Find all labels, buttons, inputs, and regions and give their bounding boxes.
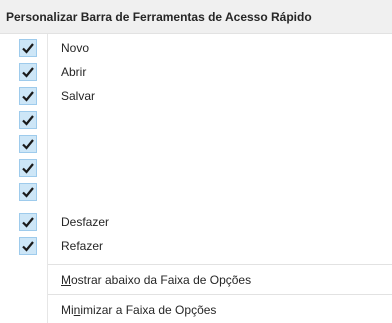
checkmark-icon bbox=[19, 213, 37, 231]
menu-title: Personalizar Barra de Ferramentas de Ace… bbox=[6, 10, 312, 24]
quick-access-toolbar-menu: Personalizar Barra de Ferramentas de Ace… bbox=[0, 0, 392, 323]
menu-item-hidden-3[interactable] bbox=[0, 156, 392, 180]
menu-item-abrir[interactable]: Abrir bbox=[0, 60, 392, 84]
menu-item-minimize-ribbon[interactable]: Minimizar a Faixa de Opções bbox=[0, 298, 392, 322]
menu-item-label: Salvar bbox=[61, 89, 96, 103]
menu-separator bbox=[48, 264, 392, 265]
checkmark-icon bbox=[19, 87, 37, 105]
menu-item-refazer[interactable]: Refazer bbox=[0, 234, 392, 258]
menu-header: Personalizar Barra de Ferramentas de Ace… bbox=[0, 0, 392, 34]
menu-item-novo[interactable]: Novo bbox=[0, 36, 392, 60]
menu-item-desfazer[interactable]: Desfazer bbox=[0, 210, 392, 234]
menu-item-hidden-4[interactable] bbox=[0, 180, 392, 204]
checkmark-icon bbox=[19, 237, 37, 255]
menu-item-label: Novo bbox=[61, 41, 90, 55]
menu-separator bbox=[48, 294, 392, 295]
menu-item-hidden-1[interactable] bbox=[0, 108, 392, 132]
menu-item-salvar[interactable]: Salvar bbox=[0, 84, 392, 108]
checkmark-icon bbox=[19, 39, 37, 57]
menu-item-label: Desfazer bbox=[61, 215, 110, 229]
checkmark-icon bbox=[19, 63, 37, 81]
checkmark-icon bbox=[19, 111, 37, 129]
checkmark-icon bbox=[19, 135, 37, 153]
menu-item-label: Mostrar abaixo da Faixa de Opções bbox=[61, 273, 252, 287]
menu-item-label: Refazer bbox=[61, 239, 104, 253]
menu-item-label: Minimizar a Faixa de Opções bbox=[61, 303, 217, 317]
checkmark-icon bbox=[19, 159, 37, 177]
menu-item-show-below-ribbon[interactable]: Mostrar abaixo da Faixa de Opções bbox=[0, 268, 392, 292]
checkmark-icon bbox=[19, 183, 37, 201]
menu-item-hidden-2[interactable] bbox=[0, 132, 392, 156]
menu-item-label: Abrir bbox=[61, 65, 87, 79]
